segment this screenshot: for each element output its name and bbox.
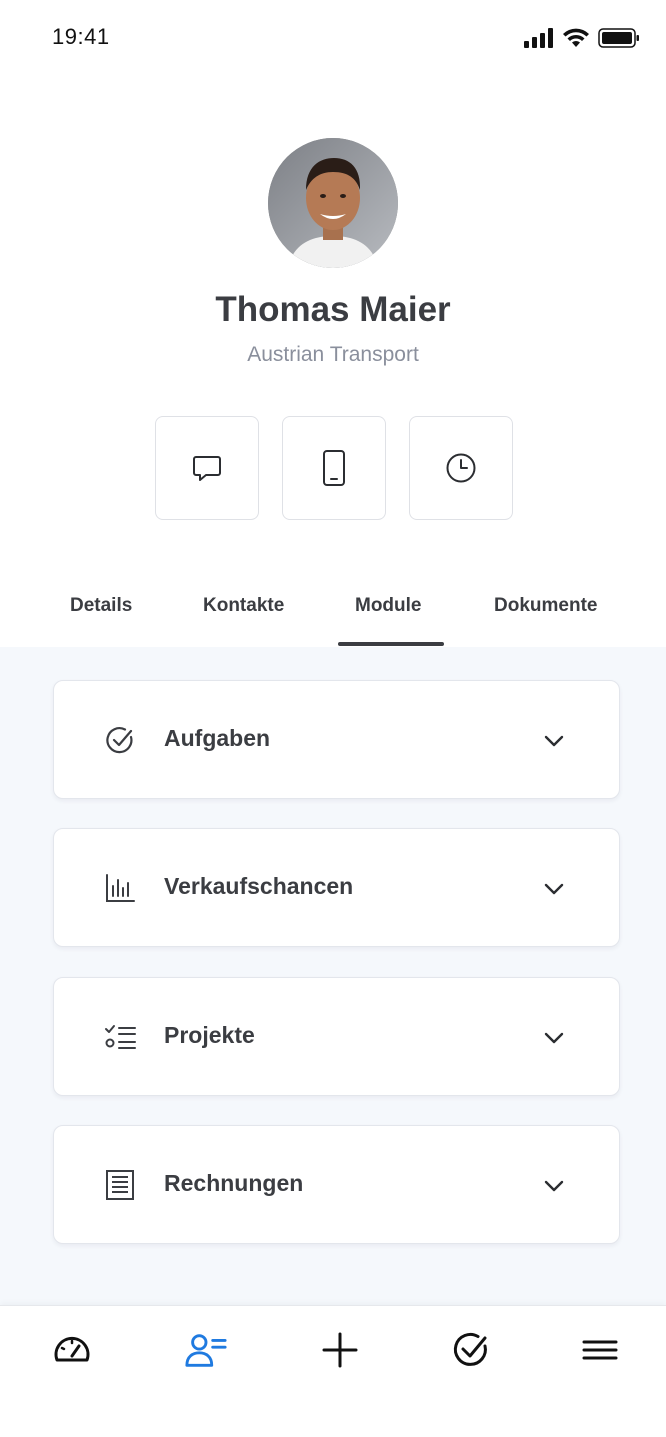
- nav-contacts[interactable]: [184, 1328, 228, 1372]
- module-label: Verkaufschancen: [164, 873, 354, 899]
- chat-bubble-icon: [193, 456, 221, 481]
- bottom-navigation: [0, 1305, 666, 1437]
- phone-button[interactable]: [282, 416, 386, 520]
- bar-chart-icon: [106, 874, 135, 902]
- tab-module[interactable]: Module: [355, 595, 422, 617]
- chevron-down-icon[interactable]: [542, 877, 566, 901]
- status-bar: 19:41: [0, 0, 666, 80]
- status-icons: [524, 28, 640, 48]
- check-circle-icon: [453, 1333, 487, 1366]
- hamburger-menu-icon: [582, 1340, 618, 1360]
- module-card-aufgaben[interactable]: Aufgaben: [53, 680, 620, 799]
- tab-dokumente[interactable]: Dokumente: [494, 595, 597, 617]
- chevron-down-icon[interactable]: [542, 1026, 566, 1050]
- mobile-phone-icon: [323, 450, 345, 486]
- module-label: Aufgaben: [164, 725, 271, 751]
- active-tab-indicator: [338, 642, 444, 646]
- module-label: Rechnungen: [164, 1170, 304, 1196]
- chevron-down-icon[interactable]: [542, 729, 566, 753]
- clock-icon: [446, 453, 476, 483]
- speedometer-icon: [54, 1337, 90, 1362]
- nav-tasks[interactable]: [449, 1328, 493, 1372]
- tab-details[interactable]: Details: [70, 595, 132, 617]
- history-button[interactable]: [409, 416, 513, 520]
- message-button[interactable]: [155, 416, 259, 520]
- nav-menu[interactable]: [578, 1328, 622, 1372]
- tab-kontakte[interactable]: Kontakte: [203, 595, 284, 617]
- module-card-projekte[interactable]: Projekte: [53, 977, 620, 1096]
- invoice-icon: [106, 1170, 134, 1200]
- module-label: Projekte: [164, 1022, 255, 1048]
- module-list: Aufgaben Verkaufschancen Projekte Rechnu…: [0, 647, 666, 1307]
- contacts-icon: [185, 1334, 227, 1367]
- company-name: Austrian Transport: [247, 343, 419, 366]
- tab-bar: Details Kontakte Module Dokumente: [0, 595, 666, 647]
- chevron-down-icon[interactable]: [542, 1174, 566, 1198]
- nav-add[interactable]: [318, 1328, 362, 1372]
- status-time: 19:41: [52, 24, 110, 49]
- signal-icon: [524, 28, 553, 48]
- task-check-icon: [106, 727, 133, 754]
- plus-icon: [322, 1332, 358, 1368]
- module-card-rechnungen[interactable]: Rechnungen: [53, 1125, 620, 1244]
- module-card-verkaufschancen[interactable]: Verkaufschancen: [53, 828, 620, 947]
- nav-dashboard[interactable]: [50, 1328, 94, 1372]
- contact-name: Thomas Maier: [215, 290, 451, 329]
- wifi-icon: [563, 28, 589, 47]
- battery-icon: [598, 28, 639, 48]
- avatar-portrait: [268, 138, 398, 268]
- quick-actions: [155, 416, 513, 520]
- checklist-icon: [105, 1025, 136, 1049]
- avatar: [268, 138, 398, 268]
